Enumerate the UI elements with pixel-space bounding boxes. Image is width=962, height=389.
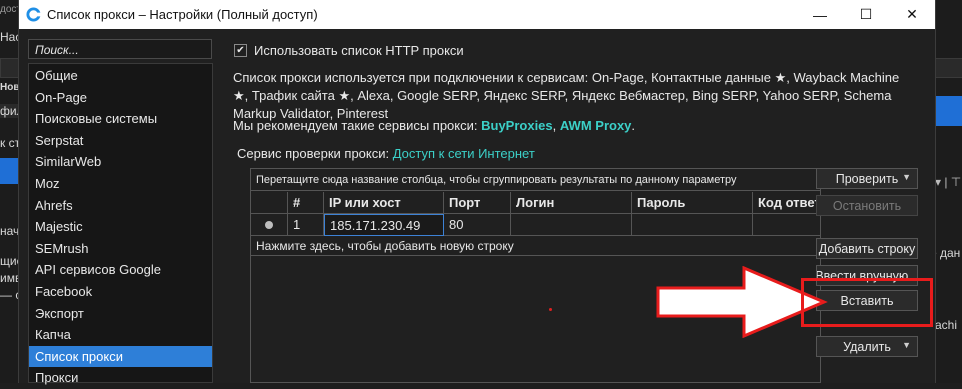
sidebar-item-on-page[interactable]: On-Page bbox=[29, 87, 212, 109]
settings-search-input[interactable]: Поиск... bbox=[28, 39, 212, 59]
sidebar-item-captcha[interactable]: Капча bbox=[29, 324, 212, 346]
column-header-ip-host[interactable]: IP или хост bbox=[324, 192, 444, 214]
check-service-text: Сервис проверки прокси: Доступ к сети Ин… bbox=[237, 146, 535, 161]
cell-port[interactable]: 80 bbox=[444, 214, 511, 236]
column-header-password[interactable]: Пароль bbox=[632, 192, 753, 214]
bg-right-field bbox=[935, 58, 962, 78]
stop-button[interactable]: Остановить bbox=[816, 195, 918, 216]
settings-sidebar: Общие On-Page Поисковые системы Serpstat… bbox=[28, 63, 213, 385]
cell-number[interactable]: 1 bbox=[288, 214, 324, 236]
check-button[interactable]: Проверить ▼ bbox=[816, 168, 918, 189]
recommend-text: Мы рекомендуем такие сервисы прокси: Buy… bbox=[233, 118, 635, 133]
paste-highlight-box bbox=[801, 278, 933, 327]
sidebar-item-serpstat[interactable]: Serpstat bbox=[29, 130, 212, 152]
proxy-description: Список прокси используется при подключен… bbox=[233, 70, 900, 121]
app-logo-icon bbox=[26, 7, 41, 22]
minimize-button[interactable]: — bbox=[797, 0, 843, 29]
column-header-login[interactable]: Логин bbox=[511, 192, 632, 214]
maximize-button[interactable]: ☐ bbox=[843, 0, 889, 29]
sidebar-item-general[interactable]: Общие bbox=[29, 65, 212, 87]
sidebar-item-proxy[interactable]: Прокси bbox=[29, 367, 212, 389]
column-header-port[interactable]: Порт bbox=[444, 192, 511, 214]
sidebar-item-search-engines[interactable]: Поисковые системы bbox=[29, 108, 212, 130]
recommend-suffix: . bbox=[631, 118, 636, 133]
red-marker-dot bbox=[549, 308, 552, 311]
sidebar-item-similarweb[interactable]: SimilarWeb bbox=[29, 151, 212, 173]
delete-dropdown-caret-icon[interactable]: ▼ bbox=[902, 340, 911, 350]
cell-response-code[interactable] bbox=[753, 214, 820, 236]
add-new-row-hint[interactable]: Нажмите здесь, чтобы добавить новую стро… bbox=[251, 236, 820, 256]
use-http-proxy-label: Использовать список HTTP прокси bbox=[254, 43, 464, 58]
check-button-label: Проверить bbox=[835, 171, 899, 186]
sidebar-item-google-api[interactable]: API сервисов Google bbox=[29, 259, 212, 281]
bg-tab: фил bbox=[0, 104, 24, 118]
row-indicator-dot-icon bbox=[265, 221, 273, 229]
recommend-separator: , bbox=[552, 118, 560, 133]
row-indicator-cell[interactable] bbox=[251, 214, 288, 236]
column-header-indicator[interactable] bbox=[251, 192, 288, 214]
use-http-proxy-option[interactable]: ✔ Использовать список HTTP прокси bbox=[234, 43, 464, 58]
bg-blue-block bbox=[0, 158, 18, 184]
group-by-panel[interactable]: Перетащите сюда название столбца, чтобы … bbox=[251, 169, 820, 191]
sidebar-item-moz[interactable]: Moz bbox=[29, 173, 212, 195]
recommend-prefix: Мы рекомендуем такие сервисы прокси: bbox=[233, 118, 482, 133]
sidebar-item-proxy-list[interactable]: Список прокси bbox=[29, 345, 212, 368]
awm-proxy-link[interactable]: AWM Proxy bbox=[560, 118, 632, 133]
column-header-response-code[interactable]: Код ответ bbox=[753, 192, 820, 214]
bg-right-blue bbox=[935, 96, 962, 126]
bg-right-line-2: achi bbox=[935, 318, 958, 332]
use-http-proxy-checkbox[interactable]: ✔ bbox=[234, 44, 247, 57]
delete-button-label: Удалить bbox=[843, 339, 891, 354]
delete-button[interactable]: Удалить ▼ bbox=[816, 336, 918, 357]
check-service-prefix: Сервис проверки прокси: bbox=[237, 146, 393, 161]
window-title: Список прокси – Настройки (Полный доступ… bbox=[47, 7, 318, 22]
cell-password[interactable] bbox=[632, 214, 753, 236]
bg-right-icon-row: ▾ | ⊤ bbox=[935, 175, 962, 189]
sidebar-item-facebook[interactable]: Facebook bbox=[29, 281, 212, 303]
cell-ip-host[interactable]: 185.171.230.49 bbox=[324, 214, 444, 236]
close-button[interactable]: ✕ bbox=[889, 0, 935, 29]
sidebar-item-ahrefs[interactable]: Ahrefs bbox=[29, 195, 212, 217]
sidebar-item-majestic[interactable]: Majestic bbox=[29, 216, 212, 238]
cell-login[interactable] bbox=[511, 214, 632, 236]
bg-toolbar-field bbox=[0, 58, 20, 78]
title-bar[interactable]: Список прокси – Настройки (Полный доступ… bbox=[19, 0, 935, 29]
check-dropdown-caret-icon[interactable]: ▼ bbox=[902, 172, 911, 182]
buyproxies-link[interactable]: BuyProxies bbox=[481, 118, 553, 133]
column-header-number[interactable]: # bbox=[288, 192, 324, 214]
sidebar-item-semrush[interactable]: SEMrush bbox=[29, 238, 212, 260]
internet-access-link[interactable]: Доступ к сети Интернет bbox=[393, 146, 535, 161]
sidebar-item-export[interactable]: Экспорт bbox=[29, 303, 212, 325]
add-row-button[interactable]: Добавить строку bbox=[816, 238, 918, 259]
